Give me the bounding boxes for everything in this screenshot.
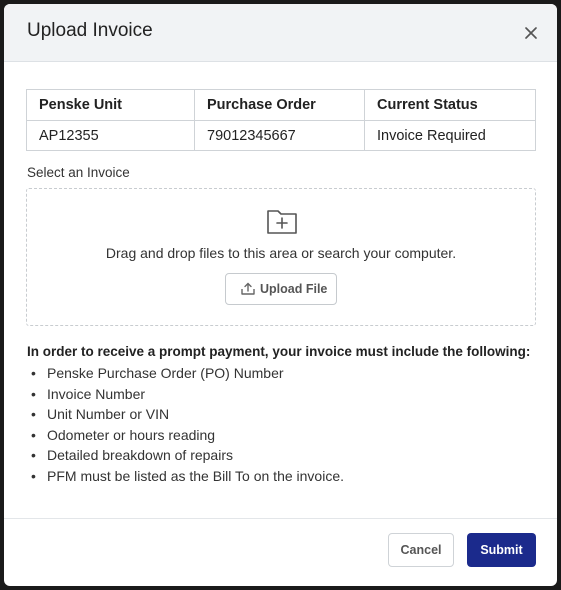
list-item: • Odometer or hours reading (31, 426, 216, 443)
requirements-list: • Penske Purchase Order (PO) Number • Invo… (31, 363, 344, 487)
close-icon (525, 27, 537, 39)
select-invoice-label: Select an Invoice (27, 165, 130, 180)
list-item: • Detailed breakdown of repairs (31, 447, 233, 464)
column-header: Purchase Order (194, 89, 365, 121)
list-item: • Penske Purchase Order (PO) Number (31, 365, 284, 381)
requirements-heading: In order to receive a prompt payment, yo… (27, 344, 531, 359)
column-header: Current Status (364, 89, 536, 121)
column-header: Penske Unit (26, 89, 195, 121)
dialog-header: Upload Invoice (4, 4, 557, 62)
folder-plus-icon (267, 210, 297, 234)
list-item: • Unit Number or VIN (31, 406, 170, 423)
upload-icon (241, 282, 255, 295)
upload-invoice-dialog: Upload Invoice Penske Unit Purchase Orde… (4, 4, 557, 586)
list-item: • Invoice Number (31, 385, 146, 402)
file-dropzone[interactable]: Drag and drop files to this area or sear… (26, 188, 536, 326)
cancel-button[interactable]: Cancel (388, 533, 454, 567)
table-row: AP12355 79012345667 Invoice Required (26, 120, 536, 151)
penske-unit-cell: AP12355 (26, 120, 195, 151)
list-item: • PFM must be listed as the Bill To on th… (31, 467, 344, 484)
purchase-order-cell: 79012345667 (194, 120, 365, 151)
close-button[interactable] (520, 22, 542, 44)
table-header-row: Penske Unit Purchase Order Current Statu… (26, 89, 536, 121)
current-status-cell: Invoice Required (364, 120, 536, 151)
upload-file-button[interactable]: Upload File (225, 273, 337, 305)
dialog-title: Upload Invoice (27, 20, 153, 41)
submit-button[interactable]: Submit (467, 533, 536, 567)
invoice-info-table: Penske Unit Purchase Order Current Statu… (26, 89, 536, 151)
footer-divider (4, 518, 557, 519)
upload-file-label: Upload File (260, 282, 328, 296)
dropzone-instructions: Drag and drop files to this area or sear… (105, 245, 457, 261)
